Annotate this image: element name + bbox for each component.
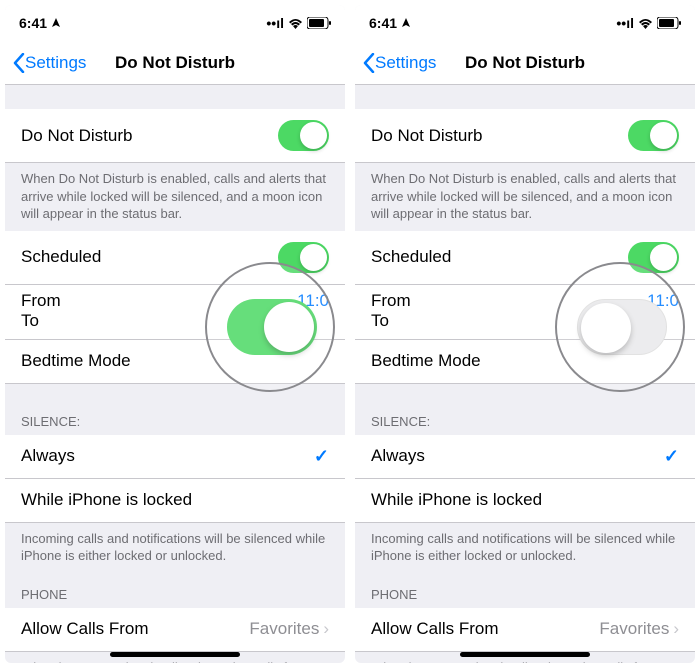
allow-calls-cell[interactable]: Allow Calls From Favorites› [5,608,345,652]
silence-footer: Incoming calls and notifications will be… [5,523,345,573]
dnd-footer: When Do Not Disturb is enabled, calls an… [355,163,695,231]
phone-header: PHONE [5,573,345,608]
back-button[interactable]: Settings [355,53,436,73]
chevron-left-icon [13,53,25,73]
battery-icon [307,17,331,29]
dnd-cell[interactable]: Do Not Disturb [5,109,345,163]
checkmark-icon: ✓ [314,446,329,467]
to-label: To [21,311,39,331]
back-button[interactable]: Settings [5,53,86,73]
home-indicator[interactable] [110,652,240,657]
chevron-right-icon: › [323,619,329,639]
dnd-label: Do Not Disturb [371,126,482,146]
back-label: Settings [375,53,436,73]
allow-calls-label: Allow Calls From [371,619,499,639]
to-label: To [371,311,389,331]
silence-footer: Incoming calls and notifications will be… [355,523,695,573]
silence-always-label: Always [371,446,425,466]
signal-icon: ••ıl [266,15,284,31]
wifi-icon [638,18,653,29]
silence-header: SILENCE: [355,400,695,435]
scheduled-toggle[interactable] [278,242,329,273]
dnd-toggle[interactable] [278,120,329,151]
silence-header: SILENCE: [5,400,345,435]
status-time: 6:41 [19,15,47,31]
bedtime-toggle-highlighted[interactable] [577,299,667,355]
allow-calls-cell[interactable]: Allow Calls From Favorites› [355,608,695,652]
dnd-toggle[interactable] [628,120,679,151]
checkmark-icon: ✓ [664,446,679,467]
phone-screen-left: 6:41 ••ıl Settings Do Not Disturb Do Not… [5,5,345,663]
nav-bar: Settings Do Not Disturb [5,41,345,85]
bedtime-label: Bedtime Mode [21,351,131,371]
scheduled-toggle[interactable] [628,242,679,273]
chevron-left-icon [363,53,375,73]
dnd-cell[interactable]: Do Not Disturb [355,109,695,163]
allow-calls-value: Favorites [249,619,319,639]
status-bar: 6:41 ••ıl [355,5,695,41]
home-indicator[interactable] [460,652,590,657]
scheduled-cell[interactable]: Scheduled [5,231,345,285]
allow-calls-value: Favorites [599,619,669,639]
from-label: From [21,291,61,311]
silence-locked-label: While iPhone is locked [371,490,542,510]
from-label: From [371,291,411,311]
silence-always-cell[interactable]: Always ✓ [355,435,695,479]
silence-always-cell[interactable]: Always ✓ [5,435,345,479]
status-time: 6:41 [369,15,397,31]
silence-locked-cell[interactable]: While iPhone is locked [355,479,695,523]
scheduled-label: Scheduled [371,247,451,267]
silence-locked-cell[interactable]: While iPhone is locked [5,479,345,523]
allow-calls-label: Allow Calls From [21,619,149,639]
location-icon [51,18,61,28]
scheduled-label: Scheduled [21,247,101,267]
silence-always-label: Always [21,446,75,466]
scheduled-cell[interactable]: Scheduled [355,231,695,285]
back-label: Settings [25,53,86,73]
dnd-footer: When Do Not Disturb is enabled, calls an… [5,163,345,231]
wifi-icon [288,18,303,29]
bedtime-toggle-highlighted[interactable] [227,299,317,355]
battery-icon [657,17,681,29]
phone-header: PHONE [355,573,695,608]
phone-screen-right: 6:41 ••ıl Settings Do Not Disturb Do Not… [355,5,695,663]
chevron-right-icon: › [673,619,679,639]
nav-bar: Settings Do Not Disturb [355,41,695,85]
bedtime-label: Bedtime Mode [371,351,481,371]
dnd-label: Do Not Disturb [21,126,132,146]
status-bar: 6:41 ••ıl [5,5,345,41]
location-icon [401,18,411,28]
silence-locked-label: While iPhone is locked [21,490,192,510]
signal-icon: ••ıl [616,15,634,31]
